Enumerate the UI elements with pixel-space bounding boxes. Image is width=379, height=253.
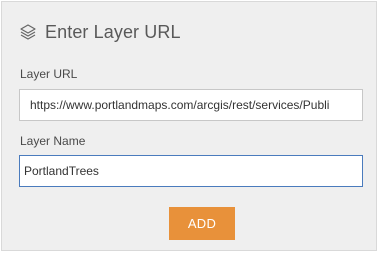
add-layer-panel: Enter Layer URL Layer URL Layer Name ADD <box>1 1 377 251</box>
panel-title: Enter Layer URL <box>45 21 181 42</box>
panel-header: Enter Layer URL <box>19 20 181 44</box>
add-button[interactable]: ADD <box>169 207 235 240</box>
layers-icon <box>19 23 37 41</box>
layer-url-label: Layer URL <box>20 67 78 81</box>
layer-name-input[interactable] <box>19 155 363 187</box>
layer-url-input[interactable] <box>19 89 363 121</box>
layer-name-label: Layer Name <box>20 134 86 148</box>
